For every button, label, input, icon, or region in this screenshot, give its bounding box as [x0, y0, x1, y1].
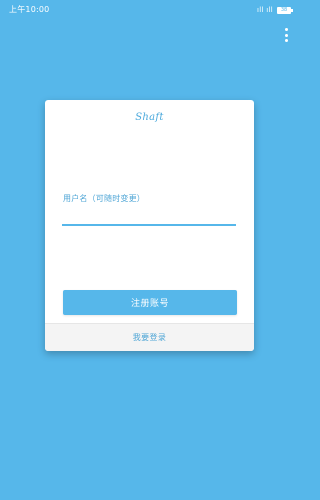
register-button[interactable]: 注册账号 [63, 290, 237, 315]
battery-level: 38 [280, 6, 288, 13]
more-vertical-icon[interactable] [280, 26, 292, 44]
card-footer: 我要登录 [45, 323, 254, 351]
battery-icon: 38 [277, 6, 293, 14]
brand-title: Shaft [135, 112, 164, 123]
menu-dot [284, 28, 288, 31]
register-card: Shaft 用户名（可随时变更） 注册账号 我要登录 [45, 100, 254, 351]
login-link[interactable]: 我要登录 [133, 332, 167, 343]
status-icons: ıll ıll 38 [257, 0, 293, 20]
status-time: 上午10:00 [9, 5, 50, 14]
menu-dot [284, 39, 288, 42]
signal-icon: ıll ıll [257, 6, 273, 14]
status-bar: 上午10:00 ıll ıll 38 [0, 0, 300, 20]
menu-dot [284, 33, 288, 37]
username-label: 用户名（可随时变更） [63, 194, 145, 203]
username-input[interactable] [62, 208, 236, 226]
